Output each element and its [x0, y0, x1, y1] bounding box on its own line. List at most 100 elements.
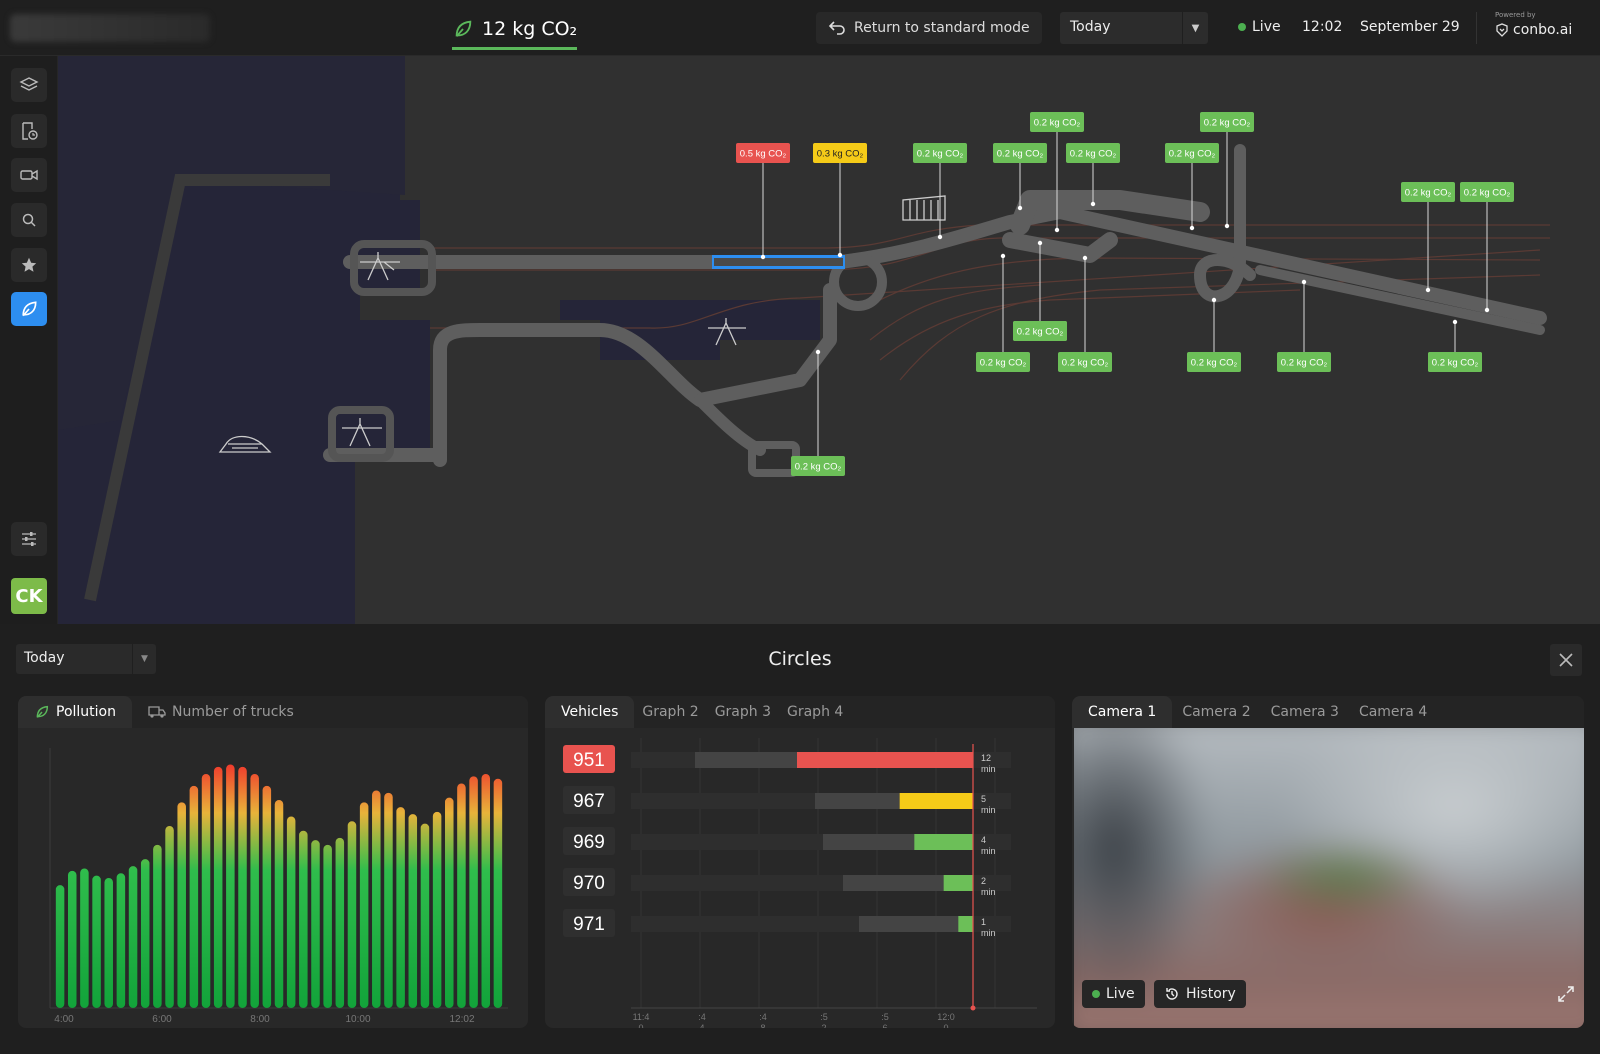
pollution-bar: [372, 790, 381, 1008]
pollution-bar: [250, 774, 259, 1008]
pollution-bar: [420, 823, 430, 1008]
co2-label[interactable]: 0.2 kg CO₂: [1401, 182, 1455, 293]
co2-label[interactable]: 0.2 kg CO₂: [1013, 321, 1067, 341]
tab-graph-3[interactable]: Graph 3: [707, 696, 779, 728]
vehicle-minutes: 5: [981, 794, 986, 804]
label-anchor-dot: [1224, 223, 1230, 229]
x-tick-label: 6:00: [152, 1014, 172, 1025]
user-avatar[interactable]: CK: [11, 578, 47, 614]
pollution-bar: [177, 802, 186, 1008]
vehicle-wait-bar: [843, 875, 951, 891]
co2-label[interactable]: 0.2 kg CO₂: [1277, 279, 1331, 372]
camera-history-button[interactable]: History: [1154, 980, 1246, 1008]
pollution-bar: [445, 797, 454, 1008]
tab-vehicles-label: Vehicles: [561, 704, 619, 720]
pollution-mode-button[interactable]: [11, 292, 47, 326]
label-anchor-dot: [760, 254, 766, 260]
tab-camera-4[interactable]: Camera 4: [1349, 696, 1437, 728]
pollution-bar: [226, 764, 235, 1008]
co2-label[interactable]: 0.2 kg CO₂: [1428, 352, 1482, 372]
vehicle-row[interactable]: 971 1min: [563, 909, 1011, 938]
camera-feed[interactable]: [1074, 728, 1584, 1028]
tab-vehicles[interactable]: Vehicles: [545, 696, 635, 728]
x-tick-label: 4:00: [54, 1014, 74, 1025]
return-standard-mode-button[interactable]: Return to standard mode: [816, 12, 1042, 44]
vehicles-timeline-chart: 951 12min967 5min969 4min970 2min971 1min11:4…: [563, 738, 1037, 1028]
vehicle-row[interactable]: 969 4min: [563, 827, 1011, 856]
co2-label-text: 0.2 kg CO₂: [1204, 118, 1251, 129]
co2-label-text: 0.2 kg CO₂: [997, 149, 1044, 160]
vehicle-id: 967: [573, 791, 605, 812]
vehicle-minutes: 1: [981, 917, 986, 927]
pollution-bar: [323, 844, 332, 1008]
pollution-bar: [493, 778, 503, 1008]
vehicle-row[interactable]: 970 2min: [563, 868, 1011, 897]
co2-label[interactable]: 0.5 kg CO₂: [736, 143, 790, 260]
vehicle-duration-bar: [943, 875, 973, 891]
conbo-logo-icon: [1496, 23, 1508, 37]
fullscreen-button[interactable]: [1552, 980, 1580, 1008]
settings-button[interactable]: [11, 522, 47, 556]
vehicle-minutes-unit: min: [981, 887, 996, 897]
time-tick-label: :5: [820, 1012, 828, 1022]
tab-graph-4-label: Graph 4: [787, 704, 844, 720]
co2-label[interactable]: 0.2 kg CO₂: [791, 349, 845, 476]
co2-label[interactable]: 0.2 kg CO₂: [913, 143, 967, 240]
pollution-panel: Pollution Number of trucks 4:00 6:00 8:00 1…: [18, 696, 528, 1028]
tab-graph-3-label: Graph 3: [714, 704, 771, 720]
camera-history-label: History: [1186, 986, 1236, 1002]
header-divider: [1476, 12, 1477, 44]
co2-label[interactable]: 0.2 kg CO₂: [1058, 255, 1112, 372]
current-time: 12:02: [1302, 19, 1343, 35]
camera-live-button[interactable]: Live: [1082, 980, 1145, 1008]
co2-label-text: 0.2 kg CO₂: [1062, 358, 1109, 369]
pollution-bar: [67, 870, 77, 1008]
search-button[interactable]: [11, 203, 47, 237]
tab-camera-4-label: Camera 4: [1358, 704, 1428, 720]
co2-label-text: 0.2 kg CO₂: [1281, 358, 1328, 369]
co2-label-text: 0.2 kg CO₂: [1464, 188, 1511, 199]
pollution-bar: [165, 826, 174, 1008]
favorites-button[interactable]: [11, 248, 47, 282]
co2-label-text: 0.2 kg CO₂: [1191, 358, 1238, 369]
document-clock-icon: [22, 122, 38, 140]
tab-camera-2[interactable]: Camera 2: [1172, 696, 1260, 728]
camera-live-label: Live: [1106, 986, 1135, 1002]
camera-tabs: Camera 1 Camera 2 Camera 3 Camera 4: [1072, 696, 1584, 728]
search-icon: [22, 213, 36, 227]
tab-graph-2[interactable]: Graph 2: [634, 696, 706, 728]
sidebar: CK: [0, 56, 58, 624]
co2-total-tab[interactable]: 12 kg CO₂: [452, 14, 578, 50]
co2-label[interactable]: 0.3 kg CO₂: [813, 143, 867, 258]
return-arrow-icon: [828, 21, 845, 35]
co2-label[interactable]: 0.2 kg CO₂: [1460, 182, 1514, 313]
pollution-bar: [140, 859, 150, 1008]
tab-graph-4[interactable]: Graph 4: [779, 696, 851, 728]
port-map[interactable]: 0.5 kg CO₂ 0.3 kg CO₂ 0.2 kg CO₂ 0.2 kg CO₂…: [58, 56, 1600, 624]
vehicle-minutes-unit: min: [981, 928, 996, 938]
close-button[interactable]: [1550, 644, 1582, 676]
layers-button[interactable]: [11, 68, 47, 102]
tab-number-of-trucks[interactable]: Number of trucks: [132, 696, 310, 728]
pollution-bar: [274, 800, 284, 1008]
date-filter-select[interactable]: Today ▼: [1060, 12, 1208, 44]
vehicle-wait-bar: [695, 752, 797, 768]
co2-label[interactable]: 0.2 kg CO₂: [976, 253, 1030, 372]
tab-camera-3[interactable]: Camera 3: [1261, 696, 1349, 728]
current-date: September 29: [1360, 19, 1460, 35]
vehicle-duration-bar: [797, 752, 973, 768]
tab-pollution[interactable]: Pollution: [18, 696, 132, 728]
co2-label[interactable]: 0.2 kg CO₂: [1187, 297, 1241, 372]
co2-total-value: 12 kg CO₂: [482, 17, 578, 40]
vehicle-row[interactable]: 967 5min: [563, 786, 1011, 815]
tab-camera-1[interactable]: Camera 1: [1072, 696, 1173, 728]
vehicle-id: 969: [573, 832, 605, 853]
reports-button[interactable]: [11, 114, 47, 148]
pollution-bar: [153, 844, 162, 1008]
top-bar: 12 kg CO₂ Return to standard mode Today …: [0, 0, 1600, 56]
cameras-button[interactable]: [11, 158, 47, 192]
vehicle-row[interactable]: 951 12min: [563, 745, 1011, 774]
pollution-bar: [286, 816, 296, 1008]
vehicle-duration-bar: [914, 834, 973, 850]
vehicles-tabs: Vehicles Graph 2 Graph 3 Graph 4: [545, 696, 1055, 728]
